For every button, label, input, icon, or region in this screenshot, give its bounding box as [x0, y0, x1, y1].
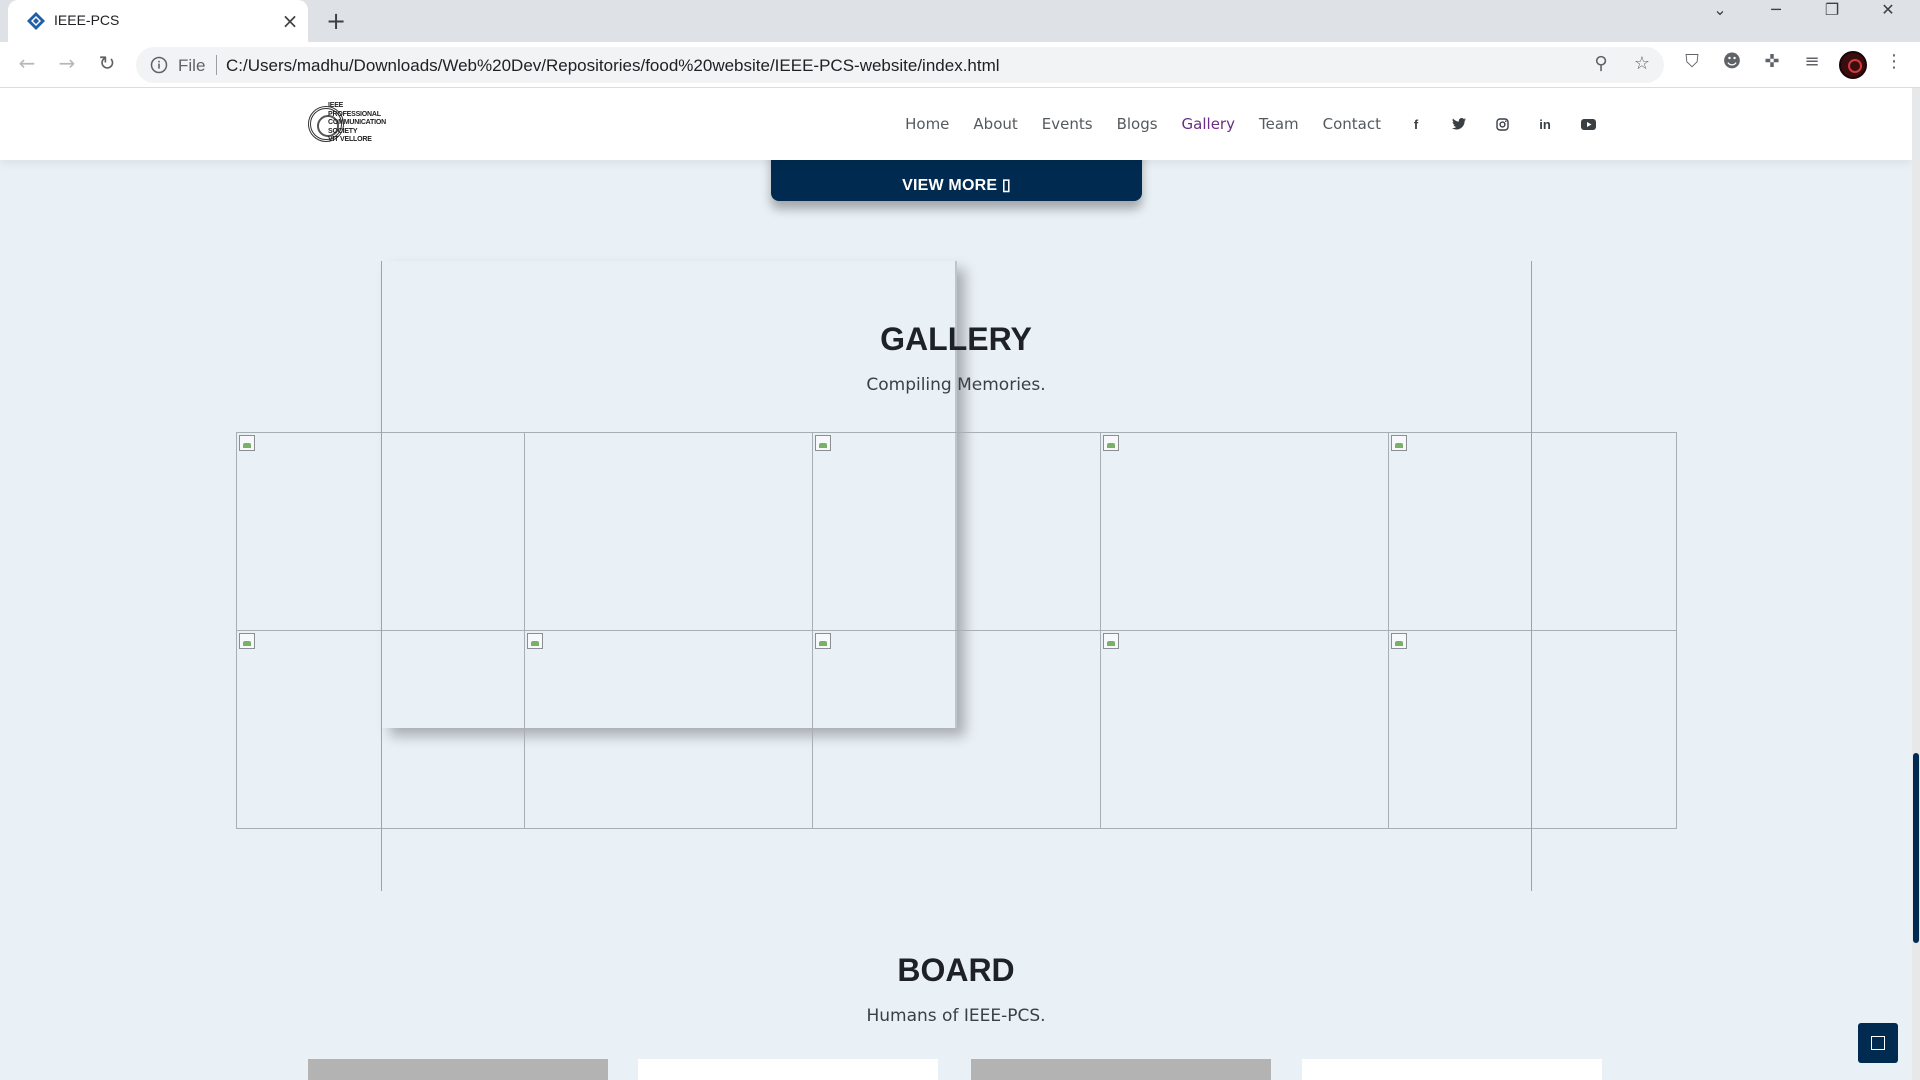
browser-tab[interactable]: IEEE-PCS × [8, 0, 308, 42]
ieee-pcs-logo[interactable]: IEEE PROFESSIONAL COMMUNICATION SOCIETY … [308, 102, 408, 146]
board-title: BOARD [897, 952, 1015, 988]
back-to-top-icon [1871, 1036, 1885, 1050]
logo-wordmark: IEEE PROFESSIONAL COMMUNICATION SOCIETY … [328, 102, 386, 143]
board-member-card[interactable] [308, 1059, 608, 1080]
close-tab-icon[interactable]: × [278, 9, 302, 33]
page-scrollbar[interactable] [1912, 88, 1920, 1080]
extensions-puzzle-icon[interactable]: ✜ [1758, 51, 1786, 79]
view-more-label: VIEW MORE ▯ [902, 177, 1011, 194]
gallery-subtitle: Compiling Memories. [866, 375, 1046, 395]
nav-link-contact[interactable]: Contact [1323, 115, 1381, 133]
site-navbar: IEEE PROFESSIONAL COMMUNICATION SOCIETY … [0, 88, 1912, 160]
broken-image-icon [815, 435, 831, 451]
address-bar[interactable]: File C:/Users/madhu/Downloads/Web%20Dev/… [136, 47, 1664, 83]
back-arrow-icon[interactable]: ← [13, 51, 41, 79]
broken-image-icon [815, 633, 831, 649]
twitter-icon[interactable] [1451, 116, 1467, 132]
layout-guide-line-left [381, 261, 382, 891]
board-member-card[interactable] [1302, 1059, 1602, 1080]
broken-image-icon [239, 435, 255, 451]
close-window-icon[interactable]: ✕ [1860, 0, 1916, 38]
broken-image-icon [1391, 633, 1407, 649]
gallery-title: GALLERY [880, 321, 1032, 357]
new-tab-icon[interactable]: + [322, 8, 350, 36]
minimize-icon[interactable]: ─ [1748, 0, 1804, 38]
gallery-image[interactable] [1388, 432, 1677, 631]
tab-search-chevron-icon[interactable]: ⌄ [1692, 0, 1748, 38]
gallery-image[interactable] [1388, 630, 1677, 829]
restore-icon[interactable]: ❐ [1804, 0, 1860, 38]
bookmark-star-icon[interactable]: ☆ [1630, 53, 1654, 77]
ieee-favicon-icon [27, 12, 45, 30]
browser-toolbar: ← → ↻ File C:/Users/madhu/Downloads/Web%… [0, 42, 1920, 88]
gallery-image[interactable] [1100, 432, 1389, 631]
broken-image-icon [1103, 435, 1119, 451]
gallery-image[interactable] [812, 432, 1101, 631]
forward-arrow-icon[interactable]: → [53, 51, 81, 79]
board-subtitle: Humans of IEEE-PCS. [866, 1006, 1046, 1026]
broken-image-icon [527, 633, 543, 649]
broken-image-icon [1391, 435, 1407, 451]
linkedin-icon[interactable]: in [1537, 116, 1553, 132]
scheme-label: File [178, 56, 206, 75]
reload-icon[interactable]: ↻ [93, 51, 121, 79]
nav-link-team[interactable]: Team [1259, 115, 1299, 133]
board-cards [308, 1059, 1608, 1080]
broken-image-icon [1103, 633, 1119, 649]
gallery-image[interactable] [524, 630, 813, 829]
youtube-icon[interactable] [1580, 116, 1596, 132]
nav-link-home[interactable]: Home [905, 115, 949, 133]
back-to-top-button[interactable] [1858, 1023, 1898, 1063]
instagram-icon[interactable] [1494, 116, 1510, 132]
nav-link-events[interactable]: Events [1042, 115, 1093, 133]
gallery-image[interactable] [524, 432, 813, 631]
profile-avatar[interactable] [1839, 51, 1867, 79]
nav-link-gallery[interactable]: Gallery [1182, 115, 1235, 133]
url-text[interactable]: C:/Users/madhu/Downloads/Web%20Dev/Repos… [226, 56, 1000, 76]
board-member-card[interactable] [638, 1059, 938, 1080]
gallery-image[interactable] [1100, 630, 1389, 829]
gallery-grid [236, 432, 1677, 829]
account-extension-icon[interactable]: ☻ [1718, 51, 1746, 79]
gallery-image[interactable] [812, 630, 1101, 829]
info-icon[interactable] [150, 56, 168, 74]
nav-link-about[interactable]: About [973, 115, 1017, 133]
board-member-card[interactable] [971, 1059, 1271, 1080]
page-viewport: IEEE PROFESSIONAL COMMUNICATION SOCIETY … [0, 88, 1920, 1080]
zoom-icon[interactable]: ⚲ [1589, 53, 1613, 77]
facebook-icon[interactable]: f [1408, 116, 1424, 132]
nav-links: Home About Events Blogs Gallery Team Con… [881, 113, 1596, 135]
omnibox-divider [216, 55, 217, 75]
tab-title: IEEE-PCS [54, 12, 120, 28]
media-queue-icon[interactable]: ≡ [1798, 51, 1826, 79]
browser-tabstrip: IEEE-PCS × + ⌄ ─ ❐ ✕ [0, 0, 1920, 42]
layout-guide-line-right [1531, 261, 1532, 891]
broken-image-icon [239, 633, 255, 649]
nav-link-blogs[interactable]: Blogs [1117, 115, 1158, 133]
scrollbar-thumb[interactable] [1913, 753, 1919, 943]
more-menu-icon[interactable]: ⋮ [1880, 51, 1908, 79]
shield-extension-icon[interactable]: ⛉ [1678, 51, 1706, 79]
